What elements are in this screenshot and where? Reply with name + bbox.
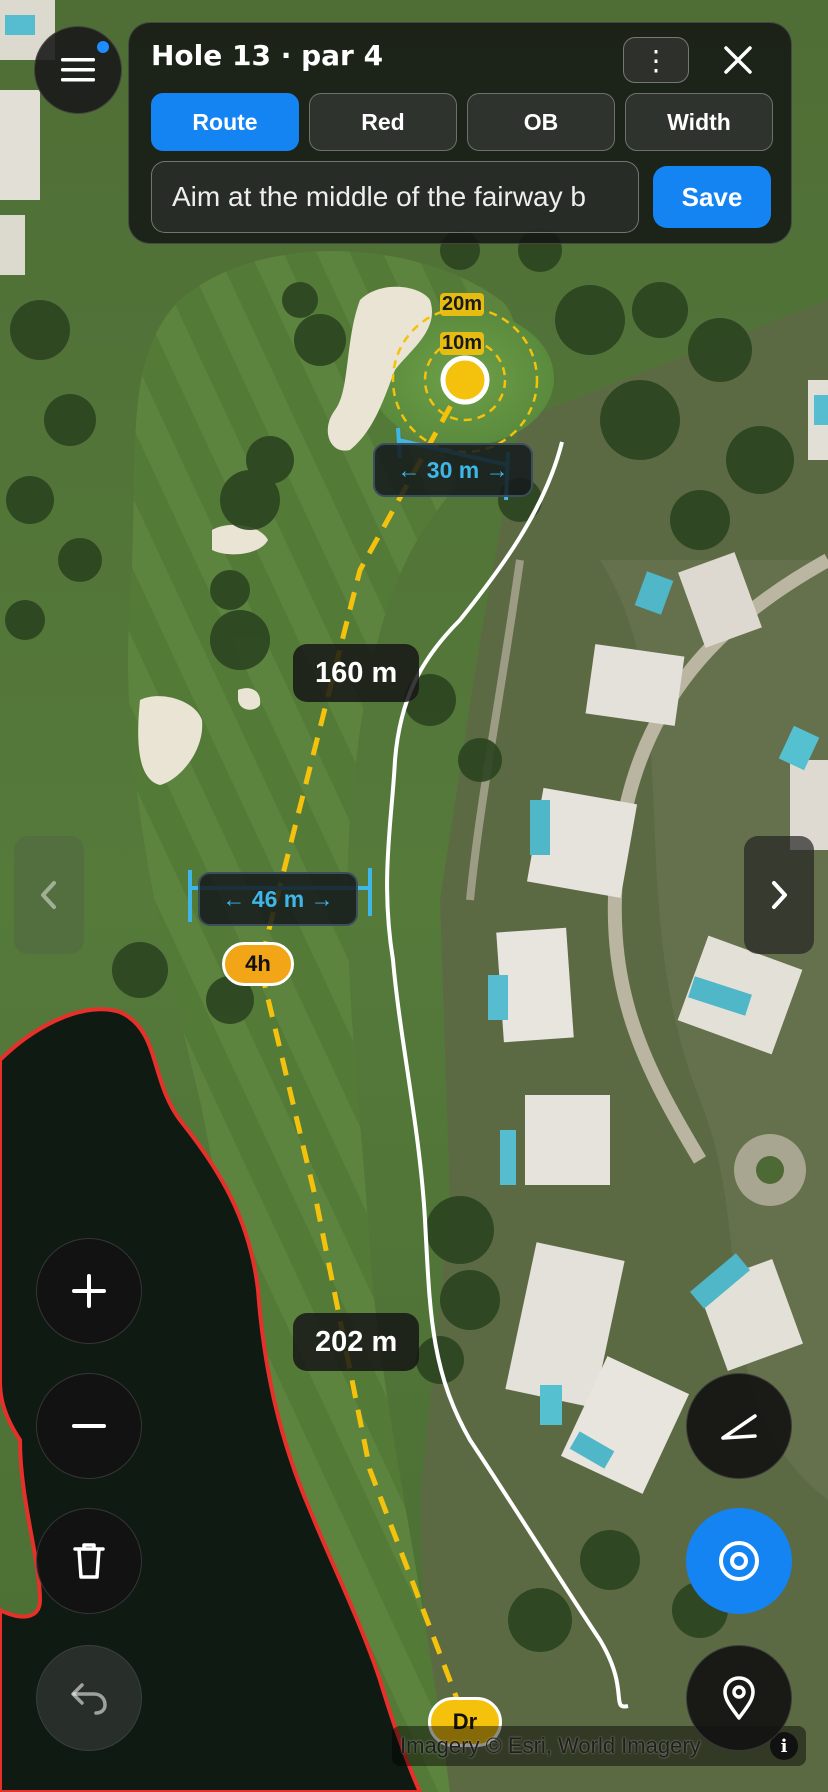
save-button[interactable]: Save (653, 166, 771, 228)
zoom-out-button[interactable] (36, 1373, 142, 1479)
target-button[interactable] (686, 1508, 792, 1614)
hole-title: Hole 13 · par 4 (151, 39, 384, 72)
draw-line-button[interactable] (686, 1373, 792, 1479)
distance-label-160m[interactable]: 160 m (293, 644, 420, 702)
location-button[interactable] (686, 1645, 792, 1751)
tab-width[interactable]: Width (625, 93, 773, 151)
trash-icon (73, 1543, 105, 1579)
hamburger-icon (61, 58, 95, 82)
chevron-left-icon (41, 881, 56, 909)
more-options-button[interactable]: ⋮ (623, 37, 689, 83)
ring-label-10m: 10m (440, 332, 485, 355)
target-pin[interactable] (440, 355, 490, 405)
hole-editor-panel: Hole 13 · par 4 ⋮ Route Red OB Width Aim… (128, 22, 792, 244)
attribution-text: Imagery © Esri, World Imagery (400, 1733, 701, 1758)
tab-route[interactable]: Route (151, 93, 299, 151)
next-hole-button[interactable] (744, 836, 814, 954)
ring-label-20m: 20m (440, 293, 485, 316)
distance-label-202m[interactable]: 202 m (293, 1313, 420, 1371)
width-text-46m: ← 46 m → (222, 885, 334, 912)
hole-note-input[interactable]: Aim at the middle of the fairway b (151, 161, 639, 233)
undo-icon (71, 1683, 107, 1715)
close-icon (724, 46, 752, 74)
undo-button[interactable] (36, 1645, 142, 1751)
more-icon: ⋮ (642, 44, 670, 76)
tab-red[interactable]: Red (309, 93, 457, 151)
tab-ob[interactable]: OB (467, 93, 615, 151)
menu-button[interactable] (34, 26, 122, 114)
prev-hole-button[interactable] (14, 836, 84, 954)
mode-tabs: Route Red OB Width (151, 93, 773, 151)
width-label-46m[interactable]: ← 46 m → (198, 872, 358, 926)
delete-button[interactable] (36, 1508, 142, 1614)
width-text-30m: ← 30 m → (397, 456, 509, 483)
draw-line-icon (721, 1414, 757, 1440)
close-button[interactable] (713, 35, 763, 85)
target-icon (719, 1541, 759, 1581)
club-badge-4h[interactable]: 4h (222, 942, 294, 986)
chevron-right-icon (772, 881, 787, 909)
zoom-in-button[interactable] (36, 1238, 142, 1344)
minus-icon (72, 1424, 106, 1428)
location-pin-icon (723, 1676, 755, 1720)
notification-dot (97, 41, 109, 53)
plus-icon (72, 1274, 106, 1308)
width-label-30m[interactable]: ← 30 m → (373, 443, 533, 497)
